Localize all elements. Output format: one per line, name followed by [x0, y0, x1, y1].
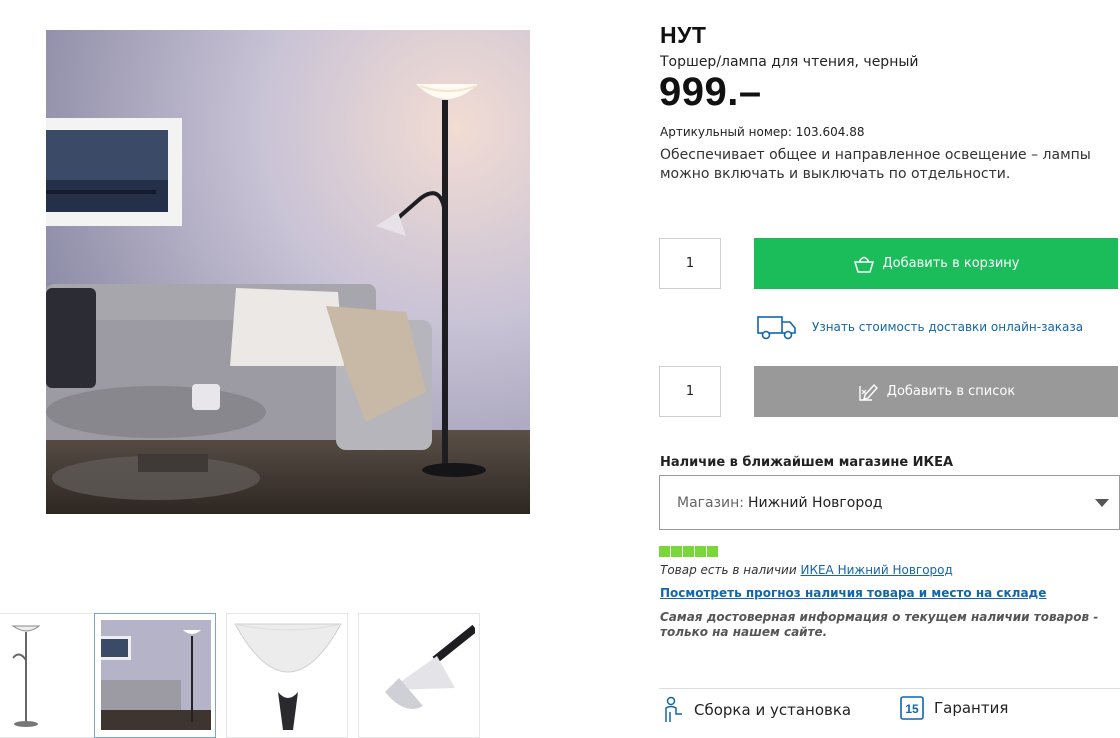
add-to-list-button[interactable]: Добавить в список — [754, 366, 1118, 417]
add-to-cart-button[interactable]: Добавить в корзину — [754, 238, 1118, 289]
delivery-cost-link[interactable]: Узнать стоимость доставки онлайн-заказа — [812, 320, 1083, 334]
chevron-down-icon — [1095, 499, 1109, 507]
stock-segment — [659, 546, 670, 557]
thumbnail-lamp-image — [0, 620, 95, 730]
store-select[interactable]: Магазин: Нижний Новгород — [659, 475, 1120, 530]
thumbnail-3[interactable] — [226, 613, 348, 738]
warranty-badge-icon: 15 — [900, 696, 924, 720]
person-assembly-icon — [665, 696, 682, 722]
product-subtitle: Торшер/лампа для чтения, черный — [660, 54, 919, 70]
article-number: 103.604.88 — [795, 125, 865, 139]
warranty-label: Гарантия — [934, 699, 1009, 717]
article-label: Артикульный номер: — [660, 125, 792, 139]
list-quantity-input[interactable]: 1 — [659, 366, 721, 417]
stock-status-text: Товар есть в наличии — [660, 563, 797, 577]
basket-icon — [853, 256, 874, 273]
assembly-service-link[interactable]: Сборка и установка — [662, 696, 851, 724]
stock-segment — [671, 546, 682, 557]
product-description: Обеспечивает общее и направленное освеще… — [660, 147, 1091, 182]
thumbnail-2[interactable] — [94, 613, 216, 738]
stock-store-link[interactable]: ИКЕА Нижний Новгород — [800, 563, 952, 577]
store-select-prefix: Магазин: — [677, 494, 745, 511]
assembly-label: Сборка и установка — [694, 701, 852, 719]
warranty-link[interactable]: 15 Гарантия — [900, 696, 1008, 720]
stock-segment — [707, 546, 718, 557]
thumbnail-reading-lamp-image — [365, 620, 475, 730]
add-to-cart-label: Добавить в корзину — [882, 256, 1020, 271]
cart-quantity-input[interactable]: 1 — [659, 238, 721, 289]
stock-info-note: Самая достоверная информация о текущем н… — [660, 610, 1099, 639]
divider — [659, 688, 1120, 689]
room-scene-illustration — [46, 30, 530, 514]
thumbnail-room-image — [101, 620, 211, 730]
warranty-badge-number: 15 — [905, 702, 919, 716]
stock-segment — [683, 546, 694, 557]
stock-forecast-link[interactable]: Посмотреть прогноз наличия товара и мест… — [660, 586, 1046, 600]
store-select-value: Нижний Новгород — [748, 494, 883, 511]
stock-segment — [695, 546, 706, 557]
truck-icon — [757, 316, 796, 340]
product-price: 999.– — [659, 70, 762, 114]
stock-status: Товар есть в наличии ИКЕА Нижний Новгоро… — [660, 563, 953, 577]
delivery-cost-row[interactable]: Узнать стоимость доставки онлайн-заказа — [756, 313, 1083, 341]
product-main-image[interactable] — [46, 30, 530, 514]
stock-heading: Наличие в ближайшем магазине ИКЕА — [660, 455, 954, 470]
stock-level-bar — [659, 546, 719, 557]
add-to-list-label: Добавить в список — [886, 384, 1016, 399]
thumbnail-shade-image — [233, 620, 343, 730]
article-number-line: Артикульный номер: 103.604.88 — [660, 125, 864, 139]
thumbnail-4[interactable] — [358, 613, 480, 738]
product-name: НУТ — [660, 22, 707, 48]
pencil-list-icon — [859, 383, 878, 401]
